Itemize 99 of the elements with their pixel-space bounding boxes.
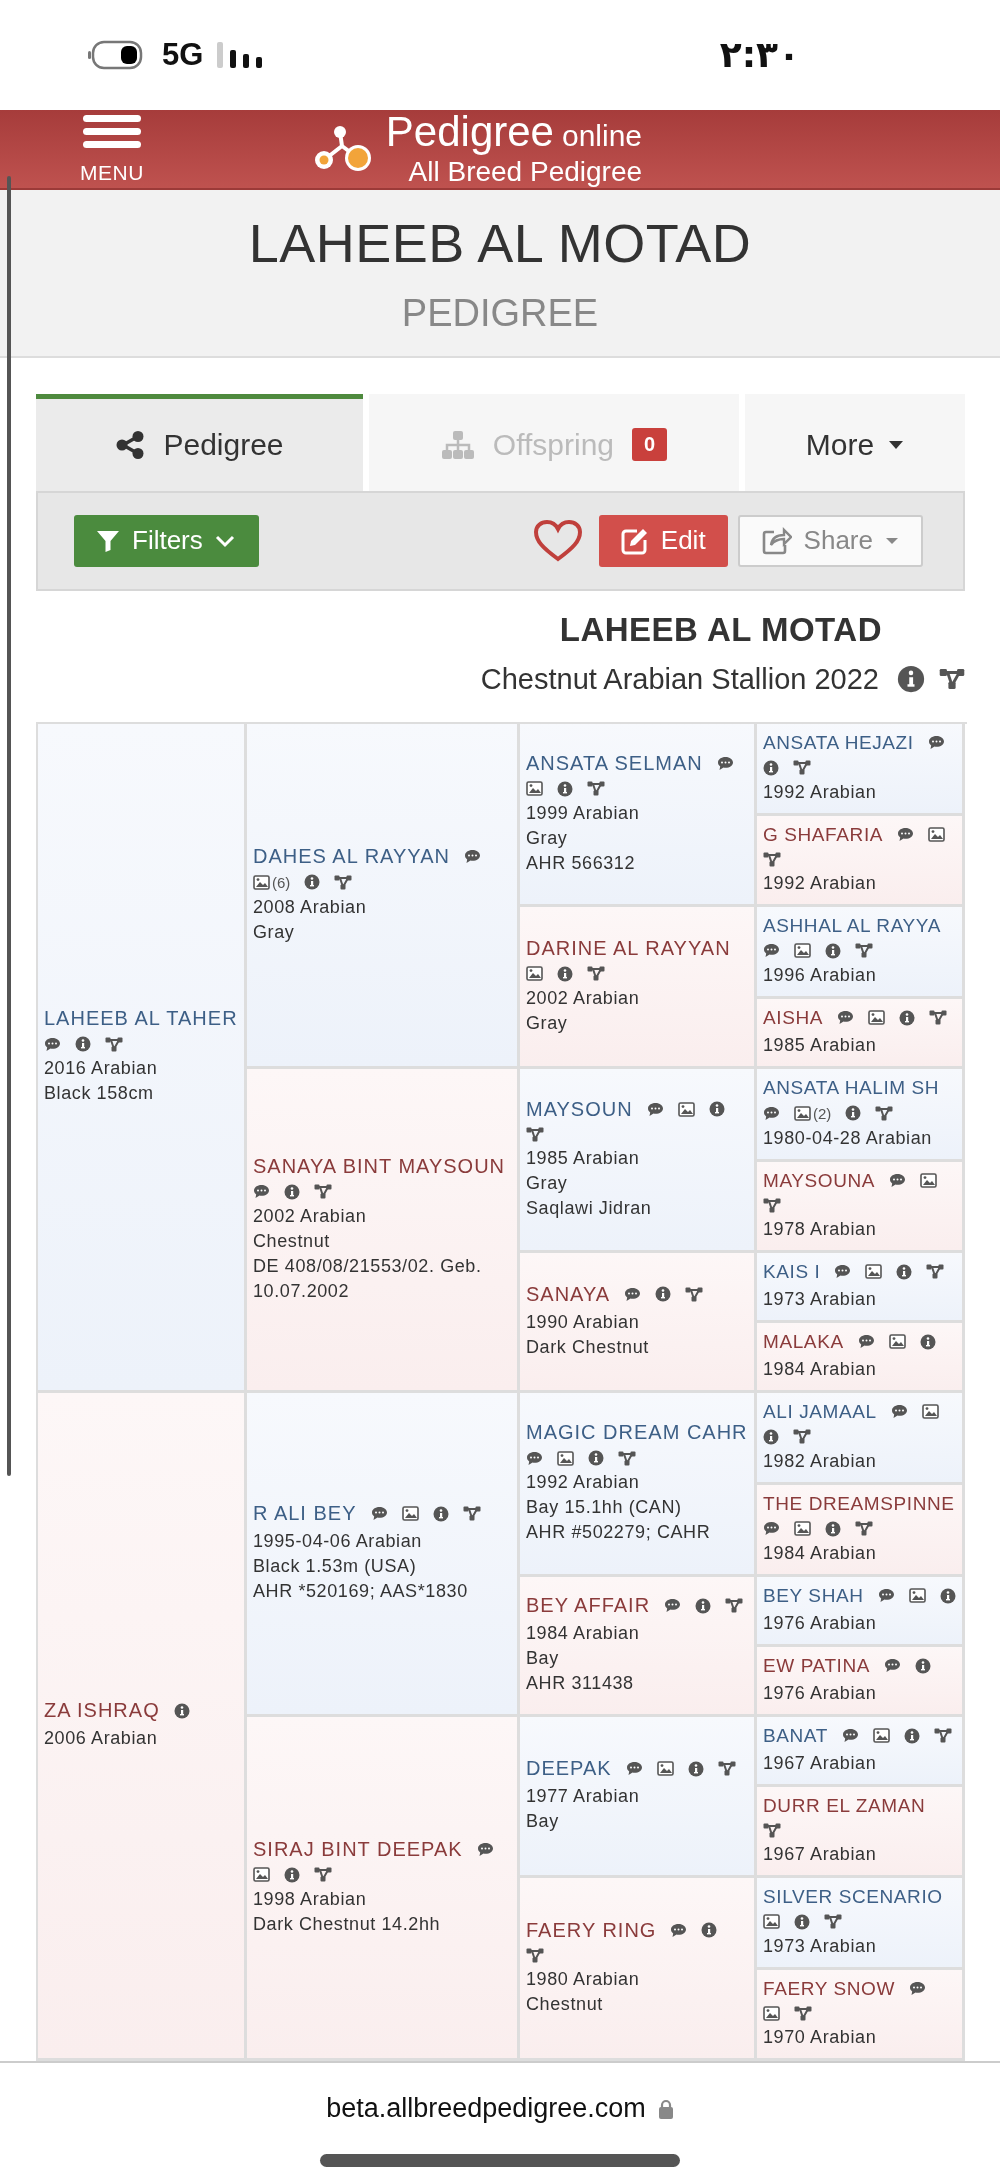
horse-info: 2016 Arabian xyxy=(44,1057,159,1081)
horse-name-link[interactable]: EW PATINA xyxy=(763,1655,871,1677)
horse-name-link[interactable]: BANAT xyxy=(763,1725,828,1747)
logo-title: Pedigree xyxy=(385,109,554,154)
horse-name-link[interactable]: LAHEEB AL TAHER xyxy=(44,1007,238,1031)
horse-name-link[interactable]: ANSATA HALIM SH xyxy=(763,1077,940,1099)
horse-info: 2002 Arabian xyxy=(526,987,641,1010)
horse-info: 1970 Arabian xyxy=(763,2026,878,2049)
horse-info: 1984 Arabian xyxy=(763,1542,878,1565)
horse-info: 1995-04-06 Arabian xyxy=(253,1530,423,1554)
horse-name-link[interactable]: BEY AFFAIR xyxy=(526,1594,651,1618)
horse-info: 1990 Arabian xyxy=(526,1311,641,1334)
horse-info: 2008 Arabian xyxy=(253,896,368,919)
horse-name-link[interactable]: SANAYA BINT MAYSOUN xyxy=(253,1155,506,1178)
horse-info: Chestnut xyxy=(253,1230,331,1253)
horse-info: 1982 Arabian xyxy=(763,1450,878,1473)
horse-name-link[interactable]: KAIS I xyxy=(763,1261,821,1283)
horse-title: LAHEEB AL MOTAD xyxy=(559,611,882,649)
horse-name-link[interactable]: ANSATA HEJAZI xyxy=(763,732,914,754)
horse-name-link[interactable]: MAYSOUN xyxy=(526,1098,633,1121)
horse-name-link[interactable]: AISHA xyxy=(763,1007,824,1029)
page-title: LAHEEB AL MOTAD xyxy=(248,211,752,274)
photo-count: (6) xyxy=(272,874,291,891)
horse-info: 1973 Arabian xyxy=(763,1288,878,1311)
horse-info: 2002 Arabian xyxy=(253,1205,368,1228)
page-subtitle: PEDIGREE xyxy=(401,291,599,335)
horse-name-link[interactable]: ASHHAL AL RAYYA xyxy=(763,915,941,937)
horse-info: AHR *520169; AAS*1830 xyxy=(253,1580,469,1604)
horse-name-link[interactable]: ZA ISHRAQ xyxy=(44,1699,160,1723)
horse-name-link[interactable]: BEY SHAH xyxy=(763,1585,864,1607)
horse-info: 1998 Arabian xyxy=(253,1888,368,1911)
horse-info: Dark Chestnut xyxy=(526,1336,650,1359)
horse-info: 1984 Arabian xyxy=(763,1358,878,1381)
horse-info: Gray xyxy=(526,1172,569,1195)
tab[interactable]: Pedigree xyxy=(36,394,363,491)
horse-name-link[interactable]: DURR EL ZAMAN xyxy=(763,1795,926,1817)
photo-count: (2) xyxy=(813,1105,832,1122)
menu-label: MENU xyxy=(80,160,144,185)
horse-info: Bay 15.1hh (CAN) xyxy=(526,1496,683,1520)
logo-subtitle: All Breed Pedigree xyxy=(407,155,643,188)
horse-info: Black 1.53m (USA) xyxy=(253,1555,418,1579)
horse-name-link[interactable]: DARINE AL RAYYAN xyxy=(526,937,731,960)
horse-info: 1978 Arabian xyxy=(763,1218,878,1241)
horse-info: 1977 Arabian xyxy=(526,1785,641,1809)
horse-info: Gray xyxy=(526,827,569,850)
horse-info: Black 158cm xyxy=(44,1082,155,1106)
horse-info: AHR #502279; CAHR xyxy=(526,1521,712,1545)
horse-info: Bay xyxy=(526,1647,560,1671)
horse-info: 2006 Arabian xyxy=(44,1727,159,1751)
horse-info: 1985 Arabian xyxy=(526,1147,641,1170)
horse-name-link[interactable]: SILVER SCENARIO xyxy=(763,1886,943,1908)
horse-info: 1973 Arabian xyxy=(763,1935,878,1958)
horse-info: Chestnut xyxy=(526,1993,604,2016)
horse-name-link[interactable]: DEEPAK xyxy=(526,1757,612,1781)
horse-name-link[interactable]: FAERY RING xyxy=(526,1919,657,1942)
horse-info: DE 408/08/21553/02. Geb. 10.07.2002 xyxy=(253,1255,483,1303)
horse-info: 1976 Arabian xyxy=(763,1612,878,1635)
url-text[interactable]: beta.allbreedpedigree.com xyxy=(326,2093,646,2124)
horse-info: AHR 311438 xyxy=(526,1672,635,1696)
logo-suffix: online xyxy=(561,118,643,153)
horse-info: 1996 Arabian xyxy=(763,964,878,987)
tab[interactable]: More xyxy=(745,394,965,491)
horse-description: Chestnut Arabian Stallion 2022 xyxy=(480,663,879,696)
horse-name-link[interactable]: ALI JAMAAL xyxy=(763,1401,877,1423)
horse-name-link[interactable]: MALAKA xyxy=(763,1331,844,1353)
horse-info: 1976 Arabian xyxy=(763,1682,878,1705)
horse-info: Dark Chestnut 14.2hh xyxy=(253,1913,442,1936)
horse-name-link[interactable]: MAYSOUNA xyxy=(763,1170,876,1192)
horse-name-link[interactable]: SANAYA xyxy=(526,1283,611,1306)
horse-name-link[interactable]: THE DREAMSPINNE xyxy=(763,1493,955,1515)
horse-name-link[interactable]: FAERY SNOW xyxy=(763,1978,895,2000)
menu-button[interactable]: MENU xyxy=(80,112,144,185)
horse-info: AHR 566312 xyxy=(526,852,637,875)
horse-name-link[interactable]: SIRAJ BINT DEEPAK xyxy=(253,1838,463,1861)
edit-button[interactable]: Edit xyxy=(598,515,728,567)
horse-name-link[interactable]: DAHES AL RAYYAN xyxy=(253,845,450,868)
horse-info: Saqlawi Jidran xyxy=(526,1197,653,1220)
horse-info: 1980 Arabian xyxy=(526,1968,641,1991)
horse-info: Gray xyxy=(526,1012,569,1035)
share-button[interactable]: Share xyxy=(737,515,923,567)
horse-info: 1967 Arabian xyxy=(763,1752,878,1775)
count-badge: 0 xyxy=(632,428,668,462)
network-label: 5G xyxy=(162,36,204,73)
horse-info: Gray xyxy=(253,921,296,944)
horse-info: 1992 Arabian xyxy=(526,1471,641,1495)
horse-name-link[interactable]: G SHAFARIA xyxy=(763,824,884,846)
horse-name-link[interactable]: ANSATA SELMAN xyxy=(526,752,703,775)
horse-info: 1967 Arabian xyxy=(763,1843,878,1866)
horse-info: 1999 Arabian xyxy=(526,802,641,825)
horse-info: 1985 Arabian xyxy=(763,1034,878,1057)
clock: ٢:٣٠ xyxy=(719,34,800,76)
horse-info: 1984 Arabian xyxy=(526,1622,641,1646)
horse-name-link[interactable]: R ALI BEY xyxy=(253,1502,357,1526)
horse-info: 1992 Arabian xyxy=(763,872,878,895)
horse-name-link[interactable]: MAGIC DREAM CAHR xyxy=(526,1421,748,1445)
horse-info: Bay xyxy=(526,1810,560,1834)
horse-info: 1992 Arabian xyxy=(763,781,878,804)
horse-info: 1980-04-28 Arabian xyxy=(763,1127,933,1150)
filters-button[interactable]: Filters xyxy=(74,515,259,567)
